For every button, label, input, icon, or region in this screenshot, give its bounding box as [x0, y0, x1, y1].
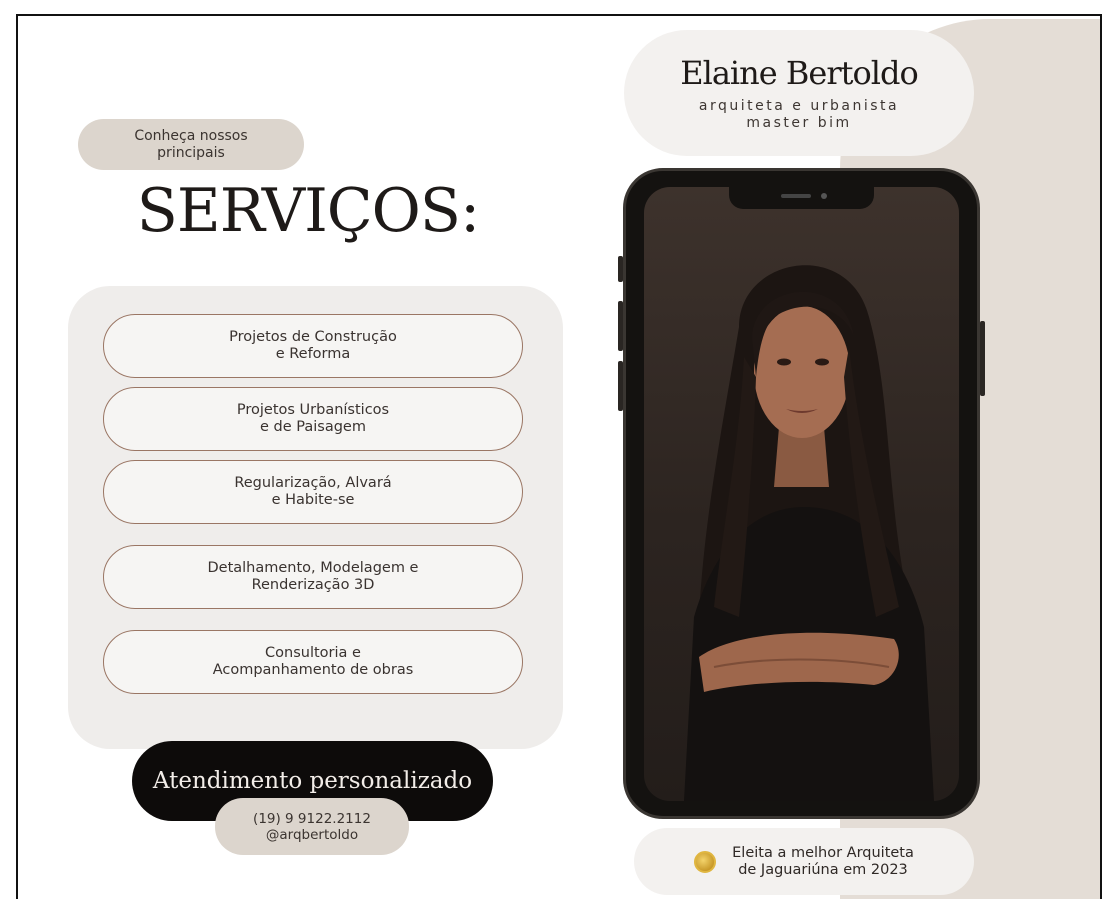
intro-line-2: principais	[157, 144, 225, 161]
phone-volume-down-button	[618, 361, 623, 411]
medal-icon	[694, 850, 717, 873]
services-heading: SERVIÇOS:	[136, 176, 480, 246]
phone-volume-up-button	[618, 301, 623, 351]
award-line-2: de Jaguariúna em 2023	[738, 861, 908, 878]
award-badge: Eleita a melhor Arquiteta de Jaguariúna …	[634, 828, 974, 895]
service-line-1: Consultoria e	[265, 645, 361, 661]
profession-line-2: master bim	[746, 115, 852, 131]
phone-power-button	[980, 321, 985, 396]
phone-side-button	[618, 256, 623, 282]
phone-number: (19) 9 9122.2112	[253, 810, 371, 827]
service-line-2: Renderização 3D	[251, 577, 375, 593]
service-line-1: Projetos de Construção	[229, 329, 397, 345]
instagram-handle: @arqbertoldo	[265, 826, 359, 843]
service-line-2: e Habite-se	[271, 492, 355, 508]
profession-line-1: arquiteta e urbanista	[698, 98, 900, 114]
architect-name: Elaine Bertoldo	[680, 54, 918, 92]
service-line-2: Acompanhamento de obras	[212, 662, 414, 678]
award-line-1: Eleita a melhor Arquiteta	[732, 844, 914, 861]
service-item-regularization: Regularização, Alvará e Habite-se	[103, 460, 523, 524]
service-line-1: Regularização, Alvará	[234, 475, 392, 491]
service-item-consulting: Consultoria e Acompanhamento de obras	[103, 630, 523, 694]
service-item-modeling: Detalhamento, Modelagem e Renderização 3…	[103, 545, 523, 609]
intro-badge: Conheça nossos principais	[78, 119, 304, 170]
speaker-grille	[781, 194, 811, 198]
portrait-image	[684, 265, 934, 801]
phone-notch	[729, 187, 874, 209]
poster-frame: Elaine Bertoldo arquiteta e urbanista ma…	[16, 14, 1102, 899]
service-item-construction: Projetos de Construção e Reforma	[103, 314, 523, 378]
award-text: Eleita a melhor Arquiteta de Jaguariúna …	[732, 845, 914, 879]
service-line-1: Projetos Urbanísticos	[236, 402, 390, 418]
service-item-urbanism: Projetos Urbanísticos e de Paisagem	[103, 387, 523, 451]
portrait-photo	[644, 187, 959, 801]
services-list-panel: Projetos de Construção e Reforma Projeto…	[68, 286, 563, 749]
name-badge: Elaine Bertoldo arquiteta e urbanista ma…	[624, 30, 974, 156]
service-line-2: e de Paisagem	[260, 419, 366, 435]
service-line-1: Detalhamento, Modelagem e	[207, 560, 419, 576]
front-camera	[821, 193, 827, 199]
phone-mockup	[618, 168, 985, 819]
intro-line-1: Conheça nossos	[134, 127, 248, 144]
contact-badge: (19) 9 9122.2112 @arqbertoldo	[215, 798, 409, 855]
service-line-2: e Reforma	[275, 346, 351, 362]
